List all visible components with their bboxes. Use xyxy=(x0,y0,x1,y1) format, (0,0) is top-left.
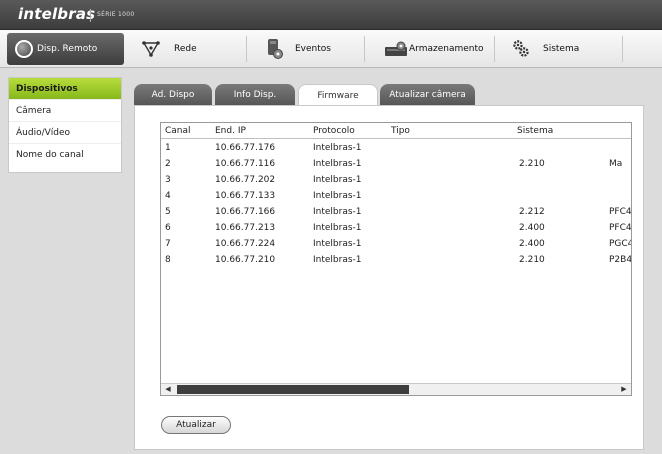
cell-channel: 2 xyxy=(165,159,171,169)
tab-firmware[interactable]: Firmware xyxy=(298,84,378,107)
cell-model: PFC4E xyxy=(609,223,632,233)
column-header-system[interactable]: Sistema xyxy=(517,126,553,136)
nav-storage-label: Armazenamento xyxy=(409,43,484,54)
system-gears-icon xyxy=(513,39,529,58)
cell-protocol: Intelbras-1 xyxy=(313,223,362,233)
nav-network[interactable]: Rede xyxy=(142,30,197,67)
table-row[interactable]: 6 10.66.77.213 Intelbras-1 2.400 PFC4E xyxy=(161,220,631,236)
cell-protocol: Intelbras-1 xyxy=(313,239,362,249)
scroll-right-arrow-icon[interactable]: ▶ xyxy=(617,384,631,395)
brand-series: SÉRIE 1000 xyxy=(97,11,135,18)
brand-separator xyxy=(90,9,91,22)
cell-protocol: Intelbras-1 xyxy=(313,175,362,185)
column-header-type[interactable]: Tipo xyxy=(391,126,410,136)
cell-protocol: Intelbras-1 xyxy=(313,191,362,201)
cell-system: 2.210 xyxy=(519,255,545,265)
nav-divider xyxy=(622,36,623,62)
cell-system: 2.212 xyxy=(519,207,545,217)
remote-device-icon xyxy=(15,40,33,58)
table-row[interactable]: 5 10.66.77.166 Intelbras-1 2.212 PFC40 xyxy=(161,204,631,220)
cell-ip: 10.66.77.224 xyxy=(215,239,276,249)
brand-bar: intelbras SÉRIE 1000 xyxy=(0,0,662,30)
cell-model: Ma xyxy=(609,159,623,169)
cell-ip: 10.66.77.210 xyxy=(215,255,276,265)
column-header-channel[interactable]: Canal xyxy=(165,126,191,136)
nav-storage[interactable]: Armazenamento xyxy=(384,30,484,67)
nav-system-label: Sistema xyxy=(543,43,580,54)
column-header-ip[interactable]: End. IP xyxy=(215,126,246,136)
tab-update-camera[interactable]: Atualizar câmera xyxy=(380,84,475,106)
cell-system: 2.400 xyxy=(519,239,545,249)
nav-events[interactable]: Eventos xyxy=(265,30,331,67)
cell-protocol: Intelbras-1 xyxy=(313,255,362,265)
nav-events-label: Eventos xyxy=(295,43,331,54)
storage-icon xyxy=(384,41,408,57)
events-icon xyxy=(265,38,283,60)
cell-ip: 10.66.77.116 xyxy=(215,159,276,169)
cell-protocol: Intelbras-1 xyxy=(313,207,362,217)
nav-system[interactable]: Sistema xyxy=(513,30,579,67)
sidebar-menu: Dispositivos Câmera Áudio/Vídeo Nome do … xyxy=(8,77,122,173)
nav-divider xyxy=(494,36,495,62)
table-row[interactable]: 8 10.66.77.210 Intelbras-1 2.210 P2B40 xyxy=(161,252,631,268)
column-header-protocol[interactable]: Protocolo xyxy=(313,126,355,136)
nav-divider xyxy=(246,36,247,62)
app-window: intelbras SÉRIE 1000 Disp. Remoto Rede E… xyxy=(0,0,662,454)
refresh-button[interactable]: Atualizar xyxy=(161,416,231,434)
cell-ip: 10.66.77.133 xyxy=(215,191,276,201)
tab-add-device[interactable]: Ad. Dispo xyxy=(134,84,212,106)
sidebar-item-camera[interactable]: Câmera xyxy=(9,100,121,122)
nav-remote-device[interactable]: Disp. Remoto xyxy=(7,33,124,65)
cell-model: PGC4M xyxy=(609,239,631,249)
cell-ip: 10.66.77.213 xyxy=(215,223,276,233)
sidebar-item-audio-video[interactable]: Áudio/Vídeo xyxy=(9,122,121,144)
sidebar-item-devices[interactable]: Dispositivos xyxy=(9,78,121,100)
table-row[interactable]: 1 10.66.77.176 Intelbras-1 xyxy=(161,140,631,156)
cell-channel: 1 xyxy=(165,143,171,153)
table-row[interactable]: 3 10.66.77.202 Intelbras-1 xyxy=(161,172,631,188)
tab-remote-device-info[interactable]: Info Disp. Remoto xyxy=(215,84,295,122)
cell-ip: 10.66.77.166 xyxy=(215,207,276,217)
table-header: Canal End. IP Protocolo Tipo Sistema xyxy=(161,123,631,139)
cell-protocol: Intelbras-1 xyxy=(313,143,362,153)
cell-ip: 10.66.77.202 xyxy=(215,175,276,185)
cell-system: 2.400 xyxy=(519,223,545,233)
sidebar-item-channel-name[interactable]: Nome do canal xyxy=(9,144,121,166)
table-row[interactable]: 4 10.66.77.133 Intelbras-1 xyxy=(161,188,631,204)
brand-logo: intelbras xyxy=(18,5,96,23)
network-icon xyxy=(142,40,160,57)
cell-channel: 6 xyxy=(165,223,171,233)
scrollbar-thumb[interactable] xyxy=(177,385,409,394)
main-nav: Disp. Remoto Rede Eventos Armazenamento … xyxy=(0,30,662,68)
cell-channel: 7 xyxy=(165,239,171,249)
firmware-table[interactable]: Canal End. IP Protocolo Tipo Sistema 1 1… xyxy=(160,122,632,396)
cell-channel: 4 xyxy=(165,191,171,201)
cell-model: PFC40 xyxy=(609,207,632,217)
horizontal-scrollbar[interactable]: ◀ ▶ xyxy=(161,383,631,395)
table-row[interactable]: 7 10.66.77.224 Intelbras-1 2.400 PGC4M xyxy=(161,236,631,252)
cell-system: 2.210 xyxy=(519,159,545,169)
nav-remote-device-label: Disp. Remoto xyxy=(37,44,98,54)
cell-channel: 5 xyxy=(165,207,171,217)
table-row[interactable]: 2 10.66.77.116 Intelbras-1 2.210 Ma xyxy=(161,156,631,172)
cell-channel: 3 xyxy=(165,175,171,185)
cell-protocol: Intelbras-1 xyxy=(313,159,362,169)
cell-ip: 10.66.77.176 xyxy=(215,143,276,153)
nav-network-label: Rede xyxy=(174,43,197,54)
nav-divider xyxy=(364,36,365,62)
scroll-left-arrow-icon[interactable]: ◀ xyxy=(161,384,175,395)
cell-channel: 8 xyxy=(165,255,171,265)
cell-model: P2B40 xyxy=(609,255,632,265)
